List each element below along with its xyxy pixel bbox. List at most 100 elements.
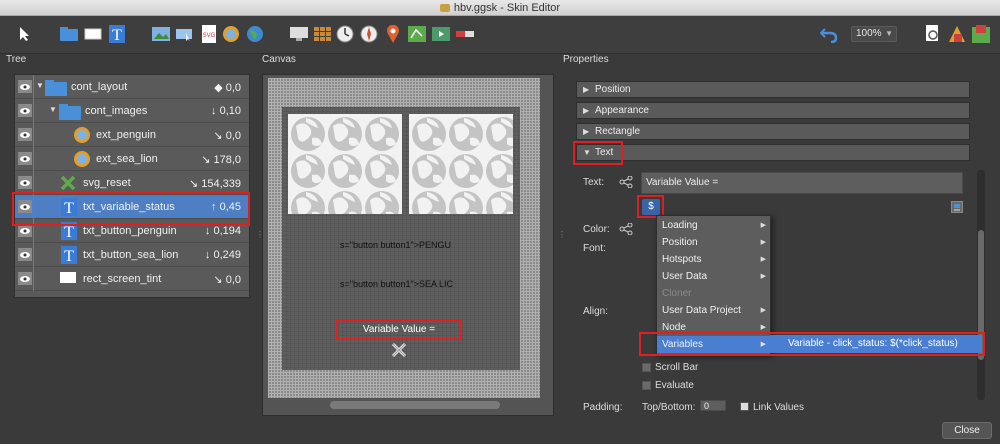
- eye-icon[interactable]: [18, 104, 32, 117]
- tree-row-label: txt_button_sea_lion: [83, 249, 179, 261]
- share-icon[interactable]: [619, 175, 633, 189]
- compass-tool-icon[interactable]: [360, 25, 378, 43]
- undo-icon[interactable]: [820, 25, 838, 43]
- top-bottom-input[interactable]: 0: [700, 400, 726, 411]
- section-appearance[interactable]: ▶ Appearance: [576, 102, 970, 119]
- timer-tool-icon[interactable]: [336, 25, 354, 43]
- canvas-penguin-button-text[interactable]: s="button button1">PENGU: [340, 240, 465, 250]
- tree-panel: ▼ cont_layout ◆ 0,0 ▼ cont_images ↓ 0,10…: [14, 74, 250, 298]
- external-object-icon: [73, 126, 91, 144]
- eye-icon[interactable]: [18, 152, 32, 165]
- svg-tool-icon[interactable]: SVG: [200, 25, 218, 43]
- properties-panel-title: Properties: [563, 54, 609, 65]
- progress-tool-icon[interactable]: [456, 25, 474, 43]
- eye-icon[interactable]: [18, 272, 32, 285]
- menu-item-label: User Data Project: [662, 305, 741, 316]
- select-tool-icon[interactable]: [16, 25, 34, 43]
- tree-row-position: ↓ 0,10: [211, 105, 241, 117]
- menu-item-label: User Data: [662, 271, 708, 282]
- map-tool-icon[interactable]: [408, 25, 426, 43]
- menu-item-label: Cloner: [662, 288, 692, 299]
- folder-icon: [59, 102, 81, 120]
- globe-placeholder-icon: [291, 117, 399, 214]
- app-icon: [439, 4, 450, 13]
- tree-row-cont-layout[interactable]: ▼ cont_layout ◆ 0,0: [15, 75, 249, 99]
- tree-panel-title: Tree: [6, 54, 27, 65]
- text-tool-icon[interactable]: T: [108, 25, 126, 43]
- thumbnail-tool-icon[interactable]: [314, 25, 332, 43]
- text-value-field[interactable]: Variable Value =: [641, 172, 963, 194]
- top-bottom-label: Top/Bottom:: [642, 402, 696, 413]
- tree-row-txt-button-sea-lion[interactable]: T txt_button_sea_lion ↓ 0,249: [15, 243, 249, 267]
- close-button[interactable]: Close: [942, 422, 992, 439]
- svg-text:SVG: SVG: [203, 33, 216, 39]
- preview-icon[interactable]: [924, 25, 942, 43]
- submenu-arrow-icon: ▶: [760, 273, 766, 280]
- rectangle-element-icon: [59, 270, 77, 288]
- eye-icon[interactable]: [18, 176, 32, 189]
- tree-row-ext-penguin[interactable]: ext_penguin ↘ 0,0: [15, 123, 249, 147]
- external-tool-icon[interactable]: [222, 25, 240, 43]
- section-text[interactable]: ▼ Text: [576, 144, 970, 161]
- scroll-bar-checkbox[interactable]: [642, 363, 651, 372]
- svg-text:T: T: [64, 248, 74, 264]
- skin-icon[interactable]: [972, 25, 990, 43]
- eye-icon[interactable]: [18, 248, 32, 261]
- eye-icon[interactable]: [18, 128, 32, 141]
- menu-item-position[interactable]: Position ▶: [657, 234, 770, 251]
- menu-item-user-data[interactable]: User Data ▶: [657, 268, 770, 285]
- expand-editor-icon[interactable]: [951, 201, 963, 213]
- scroll-bar-label: Scroll Bar: [655, 362, 699, 373]
- penguin-image-placeholder[interactable]: [288, 114, 402, 214]
- export-icon[interactable]: [948, 25, 966, 43]
- globe-tool-icon[interactable]: [246, 25, 264, 43]
- tree-row-label: svg_reset: [83, 177, 131, 189]
- map-pin-tool-icon[interactable]: [384, 25, 402, 43]
- tree-divider: [33, 75, 34, 99]
- tree-row-rect-screen-tint[interactable]: rect_screen_tint ↘ 0,0: [15, 267, 249, 291]
- variables-menu-highlight: [639, 332, 985, 356]
- button-tool-icon[interactable]: [176, 25, 194, 43]
- container-tool-icon[interactable]: [60, 25, 78, 43]
- screen-tool-icon[interactable]: [290, 25, 308, 43]
- rectangle-tool-icon[interactable]: [84, 25, 102, 43]
- image-tool-icon[interactable]: [152, 25, 170, 43]
- sea-lion-image-placeholder[interactable]: [409, 114, 513, 214]
- menu-item-user-data-project[interactable]: User Data Project ▶: [657, 302, 770, 319]
- section-rectangle[interactable]: ▶ Rectangle: [576, 123, 970, 140]
- evaluate-label: Evaluate: [655, 380, 694, 391]
- canvas-sea-lion-button-text[interactable]: s="button button1">SEA LIC: [340, 279, 465, 289]
- splitter-handle[interactable]: ⋮: [558, 230, 566, 239]
- tree-row-label: rect_screen_tint: [83, 273, 162, 285]
- menu-item-hotspots[interactable]: Hotspots ▶: [657, 251, 770, 268]
- svg-reset-icon: [59, 174, 77, 192]
- collapse-arrow-icon[interactable]: ▼: [36, 81, 44, 90]
- link-values-checkbox[interactable]: [740, 402, 749, 411]
- evaluate-checkbox[interactable]: [642, 381, 651, 390]
- eye-icon[interactable]: [18, 80, 32, 93]
- share-icon[interactable]: [619, 222, 633, 236]
- menu-item-loading[interactable]: Loading ▶: [657, 217, 770, 234]
- submenu-arrow-icon: ▶: [760, 222, 766, 229]
- section-title: Rectangle: [595, 126, 641, 137]
- tree-row-position: ↘ 154,339: [188, 178, 241, 190]
- reset-x-icon[interactable]: [391, 342, 407, 358]
- globe-placeholder-icon: [412, 117, 513, 214]
- canvas-variable-value-text[interactable]: Variable Value =: [336, 320, 462, 340]
- svg-text:T: T: [64, 224, 74, 240]
- align-label: Align:: [583, 306, 609, 317]
- tree-row-cont-images[interactable]: ▼ cont_images ↓ 0,10: [15, 99, 249, 123]
- top-bottom-value: 0: [704, 401, 710, 411]
- window-title: hbv.ggsk - Skin Editor: [453, 2, 561, 14]
- tree-row-ext-sea-lion[interactable]: ext_sea_lion ↘ 178,0: [15, 147, 249, 171]
- tree-row-position: ↘ 0,0: [213, 130, 241, 142]
- zoom-select[interactable]: 100% ▼: [851, 26, 897, 42]
- tree-row-label: cont_images: [85, 105, 148, 117]
- canvas-horizontal-scrollbar[interactable]: [330, 401, 500, 409]
- folder-icon: [45, 78, 67, 96]
- tree-row-label: ext_sea_lion: [96, 153, 158, 165]
- tree-row-label: cont_layout: [71, 81, 128, 93]
- collapse-arrow-icon[interactable]: ▼: [49, 105, 57, 114]
- video-tool-icon[interactable]: [432, 25, 450, 43]
- section-position[interactable]: ▶ Position: [576, 81, 970, 98]
